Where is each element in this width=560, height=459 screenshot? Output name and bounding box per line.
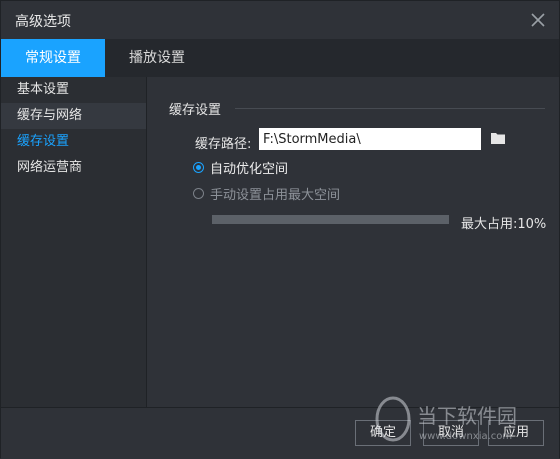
radio-row-auto[interactable]: 自动优化空间: [193, 157, 288, 177]
cache-path-input[interactable]: [259, 128, 481, 150]
title-bar: 高级选项: [1, 1, 559, 39]
close-icon: [531, 13, 545, 27]
section-divider: [235, 108, 545, 109]
window-title: 高级选项: [15, 14, 71, 30]
content-area: 基本设置 缓存与网络 缓存设置 网络运营商 缓存设置 缓存路径: 自动优化空间 …: [1, 77, 559, 407]
folder-icon: [491, 133, 505, 144]
max-usage-slider-fill: [212, 215, 449, 224]
sidebar-item-network-operator[interactable]: 网络运营商: [1, 155, 146, 181]
sidebar-item-basic-settings[interactable]: 基本设置: [1, 77, 146, 103]
sidebar-item-cache-and-network[interactable]: 缓存与网络: [1, 103, 146, 129]
dialog-footer: 确定 取消 应用: [1, 407, 559, 459]
radio-manual-max-space-label: 手动设置占用最大空间: [210, 187, 341, 203]
cancel-button[interactable]: 取消: [423, 420, 479, 446]
tab-general-settings[interactable]: 常规设置: [1, 39, 105, 77]
sidebar: 基本设置 缓存与网络 缓存设置 网络运营商: [1, 77, 147, 407]
max-usage-slider[interactable]: [212, 215, 449, 224]
radio-manual-max-space[interactable]: [193, 187, 204, 199]
cache-path-label: 缓存路径:: [195, 137, 252, 152]
apply-button[interactable]: 应用: [488, 420, 544, 446]
tab-playback-settings[interactable]: 播放设置: [105, 39, 209, 77]
radio-row-manual[interactable]: 手动设置占用最大空间: [193, 183, 340, 203]
section-title: 缓存设置: [169, 103, 222, 118]
radio-auto-optimize-label: 自动优化空间: [210, 161, 289, 177]
radio-auto-optimize[interactable]: [193, 161, 204, 173]
ok-button[interactable]: 确定: [355, 420, 411, 446]
sidebar-item-cache-settings[interactable]: 缓存设置: [1, 129, 146, 155]
browse-folder-button[interactable]: [489, 129, 507, 147]
advanced-options-window: 高级选项 常规设置 播放设置 基本设置 缓存与网络 缓存设置 网络运营商 缓存设…: [0, 0, 560, 459]
close-button[interactable]: [527, 9, 549, 31]
tab-bar: 常规设置 播放设置: [1, 39, 559, 77]
settings-panel: 缓存设置 缓存路径: 自动优化空间 手动设置占用最大空间 最大占用:10%: [147, 77, 559, 407]
max-usage-label: 最大占用:10%: [461, 217, 547, 232]
